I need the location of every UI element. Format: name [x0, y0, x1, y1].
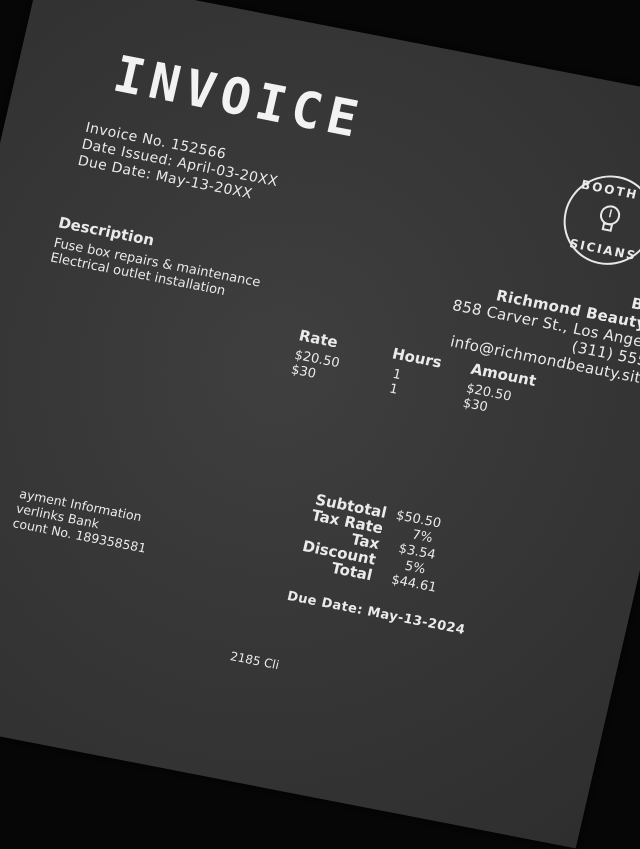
logo-bottom-text: SICIANS [568, 236, 639, 263]
total-value: $44.61 [389, 572, 438, 596]
invoice-document: INVOICE Invoice No. 152566 Date Issued: … [0, 0, 640, 849]
invoice-meta: Invoice No. 152566 Date Issued: April-03… [76, 120, 283, 208]
payment-info: ayment Information verlinks Bank count N… [11, 486, 154, 556]
totals-block: Subtotal $50.50 Tax Rate 7% Tax $3.54 Di… [238, 480, 467, 618]
lightbulb-icon [599, 205, 621, 232]
hours-cell: 1 [391, 366, 403, 384]
rate-header: Rate [297, 326, 340, 352]
company-logo: BOOTH SICIANS [554, 167, 640, 273]
hours-cell: 1 [387, 381, 400, 398]
logo-top-text: BOOTH [579, 177, 640, 203]
footer-address: 2185 Cli [228, 649, 281, 673]
